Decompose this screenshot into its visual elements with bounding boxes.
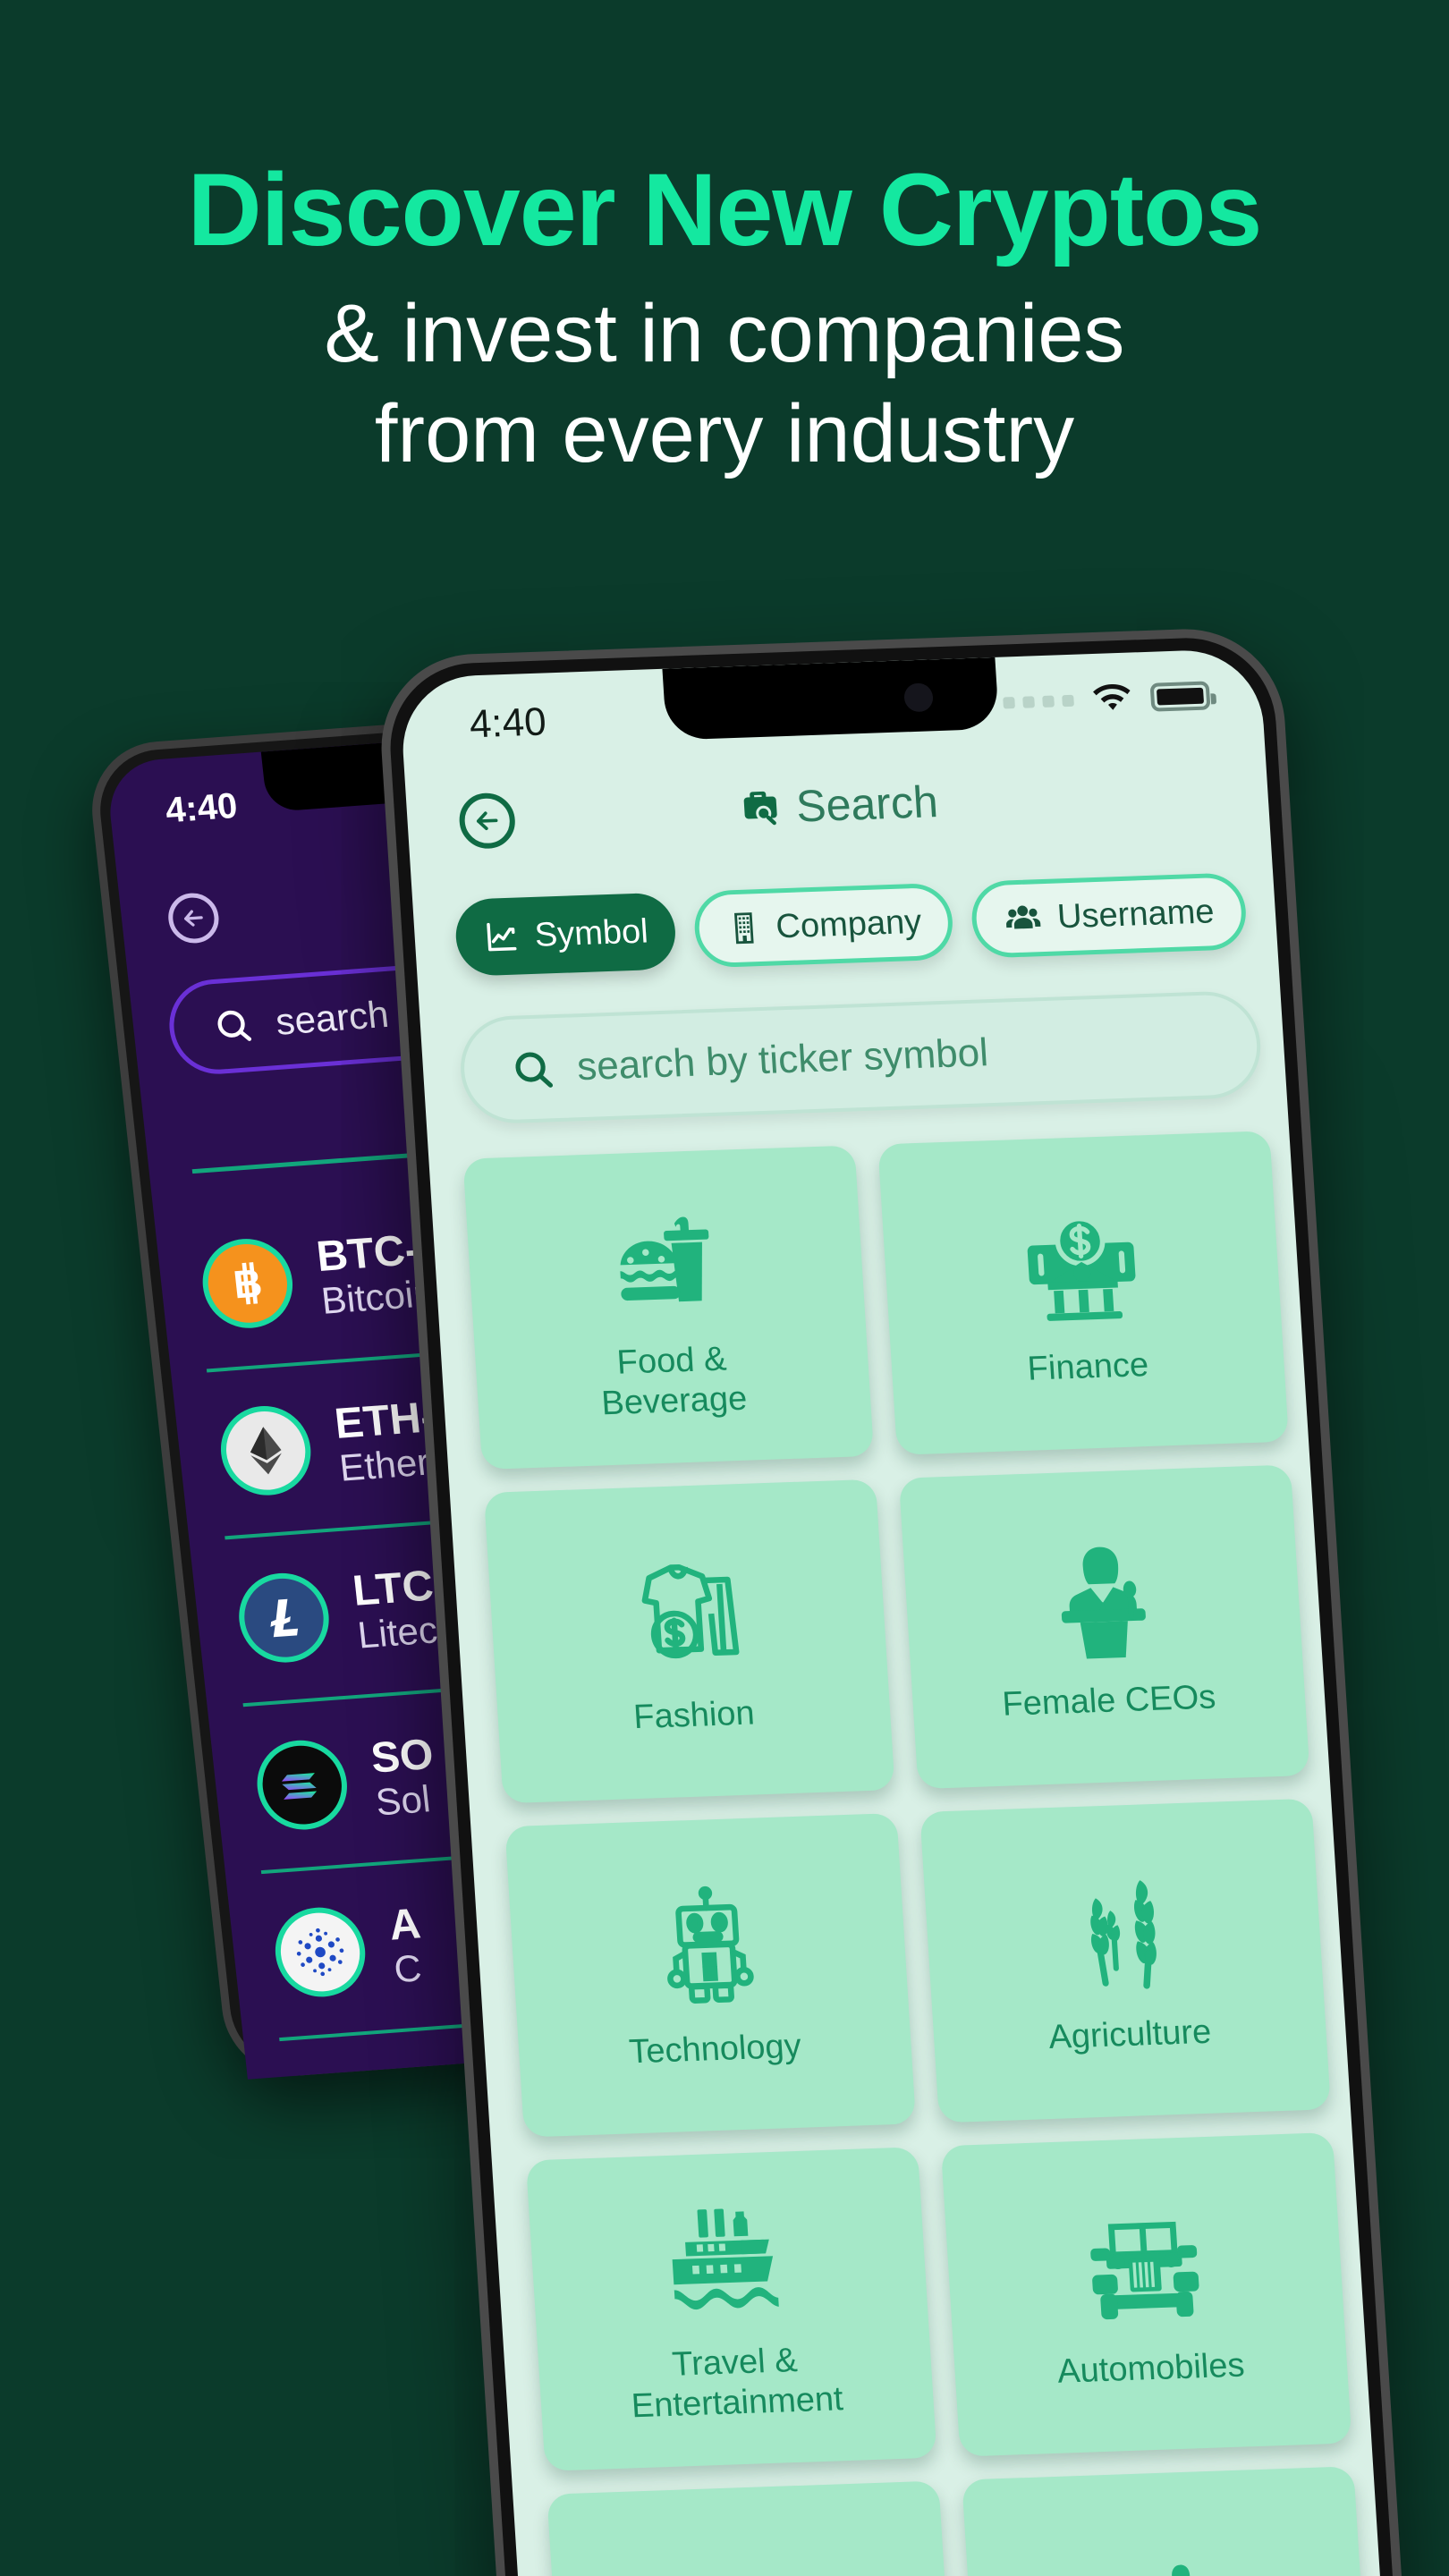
category-label: Female CEOs: [1001, 1678, 1217, 1724]
cardano-glyph-icon: [296, 1928, 344, 1977]
airplane-icon: [1096, 2552, 1238, 2576]
category-tile-travel-entertainment[interactable]: Travel & Entertainment: [525, 2147, 937, 2471]
building-icon: [733, 912, 754, 945]
polkadot-icon: [289, 2072, 388, 2080]
search-mode-tabs: Symbol Company Username: [453, 872, 1249, 977]
litecoin-glyph-icon: [270, 1598, 299, 1638]
category-label: Food & Beverage: [600, 1340, 749, 1423]
battery-icon: [1149, 681, 1211, 712]
category-label: Fashion: [632, 1694, 756, 1736]
bitcoin-glyph-icon: B: [231, 1261, 264, 1307]
jeep-car-icon: [1073, 2198, 1216, 2336]
signal-dots-icon: [1003, 694, 1074, 709]
category-tile-technology[interactable]: Technology: [504, 1812, 917, 2138]
ethereum-glyph-icon: [250, 1427, 282, 1475]
promo-subline: & invest in companies from every industr…: [0, 284, 1449, 484]
solana-icon: [252, 1737, 352, 1833]
category-tile-automobiles[interactable]: Automobiles: [940, 2132, 1352, 2457]
chart-line-icon: [487, 922, 517, 952]
wifi-icon: [1093, 684, 1131, 710]
category-tile-fashion[interactable]: Fashion: [483, 1479, 895, 1804]
page-header: Search: [406, 766, 1271, 876]
back-arrow-icon: [476, 811, 498, 831]
tab-company-label: Company: [775, 902, 923, 945]
category-label: Automobiles: [1055, 2346, 1246, 2391]
cardano-icon: [270, 1904, 370, 2000]
category-label: Finance: [1026, 1345, 1150, 1388]
promo-headline: Discover New Cryptos: [187, 153, 1263, 267]
search-icon: [217, 1010, 252, 1041]
category-tile-female-ceos[interactable]: Female CEOs: [898, 1464, 1310, 1790]
bank-money-icon: [1011, 1197, 1153, 1335]
coin-name: C: [392, 1946, 424, 1991]
woman-podium-icon: [1031, 1530, 1174, 1669]
category-label: Travel & Entertainment: [630, 2342, 844, 2426]
front-phone-screen: 4:40 Search Symbol Company Username sear…: [398, 648, 1387, 2576]
front-camera-icon: [903, 682, 935, 713]
back-phone-time: 4:40: [163, 785, 240, 831]
bitcoin-icon: B: [198, 1235, 298, 1332]
promo-subline-line2: from every industry: [374, 388, 1075, 480]
coin-meta: SO Sol: [369, 1730, 440, 1824]
coin-symbol: A: [386, 1899, 423, 1950]
category-tile-finance[interactable]: Finance: [877, 1131, 1290, 1455]
category-tile-food-beverage[interactable]: Food & Beverage: [462, 1145, 875, 1470]
promo-headline-block: Discover New Cryptos & invest in compani…: [0, 0, 1449, 484]
category-tile-agriculture[interactable]: Agriculture: [919, 1798, 1332, 2123]
front-phone-mockup: 4:40 Search Symbol Company Username sear…: [376, 625, 1409, 2576]
burger-drink-icon: [594, 1191, 736, 1330]
back-arrow-icon: [184, 910, 203, 927]
coin-meta: A C: [386, 1899, 428, 1991]
category-tile-airline[interactable]: [962, 2466, 1373, 2576]
page-title: Search: [735, 775, 939, 835]
category-grid: Food & Beverage Finance Fashion Female C…: [462, 1131, 1373, 2576]
tab-symbol-label: Symbol: [533, 911, 649, 954]
tab-username-label: Username: [1055, 892, 1216, 936]
coin-symbol: SO: [369, 1730, 436, 1783]
status-icons: [1002, 680, 1211, 717]
ethereum-icon: [216, 1402, 316, 1499]
promo-subline-line1: & invest in companies: [324, 288, 1125, 379]
search-input[interactable]: search by ticker symbol: [457, 989, 1264, 1125]
status-time: 4:40: [468, 699, 548, 747]
robot-icon: [638, 1878, 780, 2017]
category-label: Technology: [628, 2027, 802, 2071]
tab-username[interactable]: Username: [970, 872, 1249, 959]
clothing-dollar-icon: [616, 1545, 758, 1683]
category-tile-health[interactable]: [547, 2480, 959, 2576]
tab-company[interactable]: Company: [691, 882, 955, 969]
back-button[interactable]: [457, 792, 517, 850]
category-label: Agriculture: [1047, 2012, 1213, 2056]
search-placeholder: search by ticker symbol: [575, 1030, 990, 1089]
tab-symbol[interactable]: Symbol: [453, 892, 678, 977]
page-title-label: Search: [794, 776, 940, 832]
people-group-icon: [1006, 905, 1041, 929]
cruise-ship-icon: [657, 2192, 800, 2331]
briefcase-search-icon: [743, 791, 777, 826]
wheat-icon: [1053, 1864, 1195, 2003]
coin-name: Sol: [373, 1777, 433, 1824]
litecoin-icon: [234, 1570, 334, 1666]
solana-glyph-icon: [281, 1773, 318, 1800]
search-icon: [515, 1052, 554, 1088]
front-phone-notch: [662, 657, 1000, 741]
back-button[interactable]: [165, 891, 222, 945]
heart-pulse-icon: [681, 2566, 823, 2576]
